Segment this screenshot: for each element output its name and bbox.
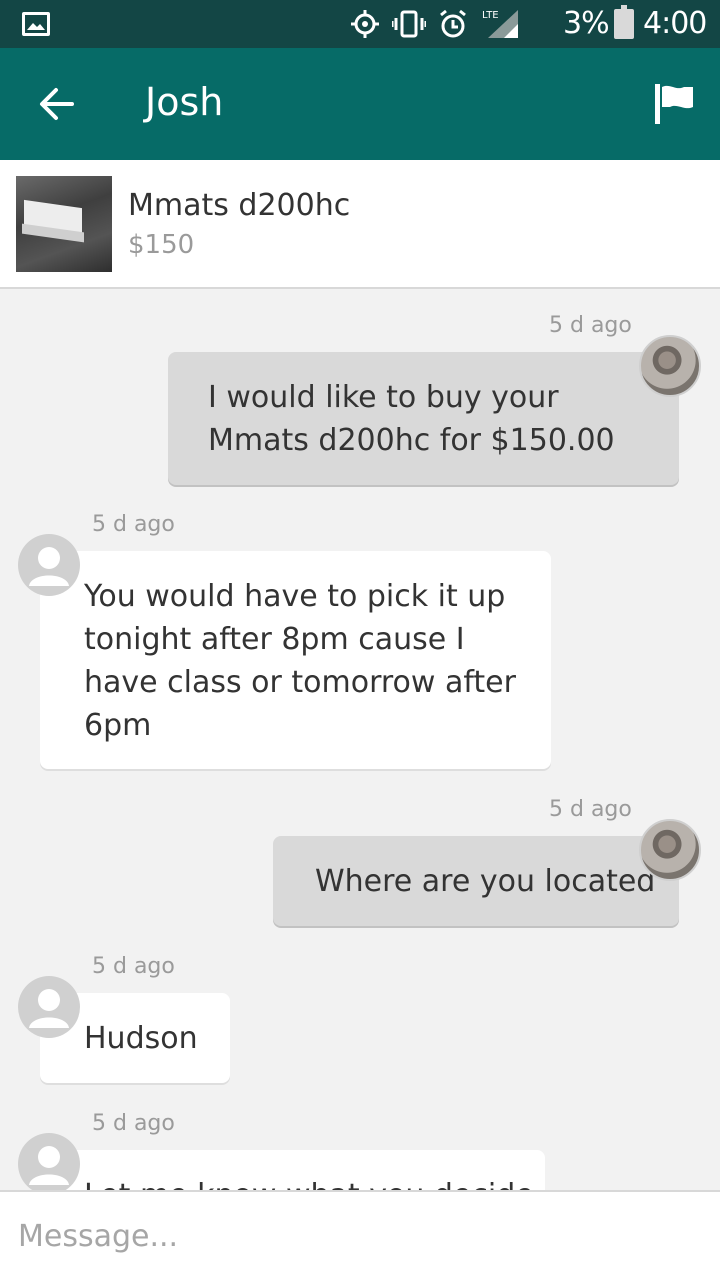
contact-avatar [18, 534, 80, 596]
message-text-line: Hudson [84, 1021, 198, 1056]
message-text-line: have class or tomorrow after [84, 665, 516, 700]
message-timestamp: 5 d ago [92, 1111, 175, 1136]
vibrate-icon [392, 10, 426, 38]
listing-summary[interactable]: Mmats d200hc $150 [0, 160, 720, 289]
back-arrow-icon [40, 88, 74, 120]
person-icon [29, 547, 69, 586]
message-input[interactable] [0, 1192, 720, 1280]
battery-percentage: 3% [563, 6, 610, 41]
status-icons: LTE [350, 8, 520, 40]
back-button[interactable] [28, 78, 84, 130]
message-composer [0, 1190, 720, 1280]
app-bar: Josh [0, 48, 720, 160]
message-timestamp: 5 d ago [92, 512, 175, 537]
message-bubble-outgoing: I would like to buy your Mmats d200hc fo… [168, 352, 679, 485]
message-bubble-incoming: You would have to pick it up tonight aft… [40, 551, 551, 769]
clock: 4:00 [643, 6, 707, 41]
contact-avatar [18, 976, 80, 1038]
message-text-line: tonight after 8pm cause I [84, 622, 465, 657]
alarm-icon [440, 9, 466, 38]
flag-icon [655, 84, 693, 124]
message-text-line: You would have to pick it up [84, 579, 506, 614]
message-text-line: 6pm [84, 708, 152, 743]
location-icon [351, 10, 379, 38]
conversation-title: Josh [145, 80, 224, 124]
gallery-notification-icon [22, 12, 50, 36]
contact-avatar [18, 1133, 80, 1195]
lte-signal-icon: LTE [482, 10, 518, 38]
report-button[interactable] [645, 78, 701, 130]
message-timestamp: 5 d ago [549, 797, 632, 822]
battery-icon [614, 5, 634, 39]
person-icon [29, 989, 69, 1028]
message-timestamp: 5 d ago [549, 313, 632, 338]
svg-text:LTE: LTE [482, 10, 499, 21]
my-avatar [639, 819, 701, 881]
my-avatar [639, 335, 701, 397]
message-text-line: I would like to buy your [208, 380, 559, 415]
status-bar: LTE 3% 4:00 [0, 0, 720, 48]
message-bubble-outgoing: Where are you located [273, 836, 679, 926]
message-timestamp: 5 d ago [92, 954, 175, 979]
listing-title: Mmats d200hc [128, 188, 351, 223]
person-icon [29, 1146, 69, 1185]
message-text-line: Mmats d200hc for $150.00 [208, 423, 615, 458]
listing-thumbnail[interactable] [16, 176, 112, 272]
message-text-line: Where are you located [315, 864, 656, 899]
listing-price: $150 [128, 230, 195, 260]
